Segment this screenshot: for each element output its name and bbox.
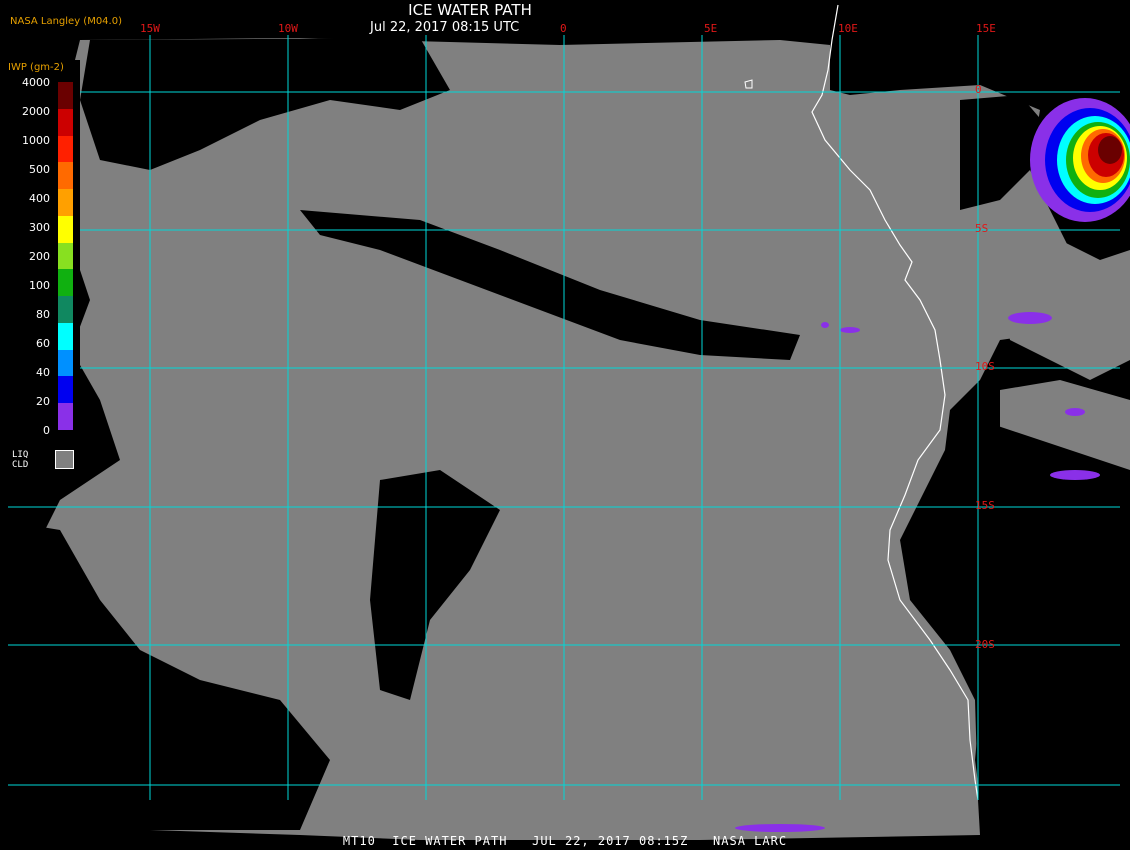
lat-label-5s: 5S xyxy=(975,222,989,235)
legend-tick-label: 4000 xyxy=(22,76,50,89)
legend-swatch xyxy=(58,82,73,109)
lon-label-10e: 10E xyxy=(838,22,858,35)
lat-label-10s: 10S xyxy=(975,360,995,373)
lon-label-0: 0 xyxy=(560,22,567,35)
legend-tick-label: 20 xyxy=(36,395,50,408)
lon-label-15w: 15W xyxy=(140,22,160,35)
lon-label-15e: 15E xyxy=(976,22,996,35)
lon-label-10w: 10W xyxy=(278,22,298,35)
legend-tick-label: 300 xyxy=(29,221,50,234)
legend-swatch xyxy=(58,296,73,323)
lat-label-0: 0 xyxy=(975,83,982,96)
legend-tick-label: 80 xyxy=(36,308,50,321)
legend-tick-label: 200 xyxy=(29,250,50,263)
legend-swatch xyxy=(58,376,73,404)
map-subtitle: Jul 22, 2017 08:15 UTC xyxy=(370,20,520,35)
legend-title: IWP (gm-2) xyxy=(8,62,64,73)
legend-tick-label: 400 xyxy=(29,192,50,205)
map-footer: MT10 ICE WATER PATH JUL 22, 2017 08:15Z … xyxy=(342,834,788,848)
clear-coast-east xyxy=(975,420,1130,835)
cld-label: CLD xyxy=(12,460,29,470)
legend-swatch xyxy=(58,242,73,270)
satellite-map xyxy=(0,0,1130,850)
legend-swatch xyxy=(58,349,73,377)
legend-tick-label: 40 xyxy=(36,366,50,379)
legend-swatch xyxy=(58,108,73,136)
legend-tick-label: 2000 xyxy=(22,105,50,118)
lat-label-20s: 20S xyxy=(975,638,995,651)
legend-swatch xyxy=(58,189,73,216)
legend-swatch xyxy=(58,215,73,243)
legend-tick-label: 500 xyxy=(29,163,50,176)
map-title: ICE WATER PATH xyxy=(408,1,532,19)
legend-tick-label: 0 xyxy=(43,424,50,437)
legend-tick-label: 60 xyxy=(36,337,50,350)
liq-label: LIQ xyxy=(12,450,29,460)
lat-label-15s: 15S xyxy=(975,499,995,512)
legend-swatch xyxy=(58,403,73,430)
legend-swatch xyxy=(58,135,73,163)
lon-label-5e: 5E xyxy=(704,22,718,35)
liquid-cloud-swatch xyxy=(55,450,74,469)
legend-swatch xyxy=(58,162,73,190)
legend-tick-label: 1000 xyxy=(22,134,50,147)
legend-swatch xyxy=(58,322,73,350)
legend-swatch xyxy=(58,269,73,297)
legend-tick-label: 100 xyxy=(29,279,50,292)
